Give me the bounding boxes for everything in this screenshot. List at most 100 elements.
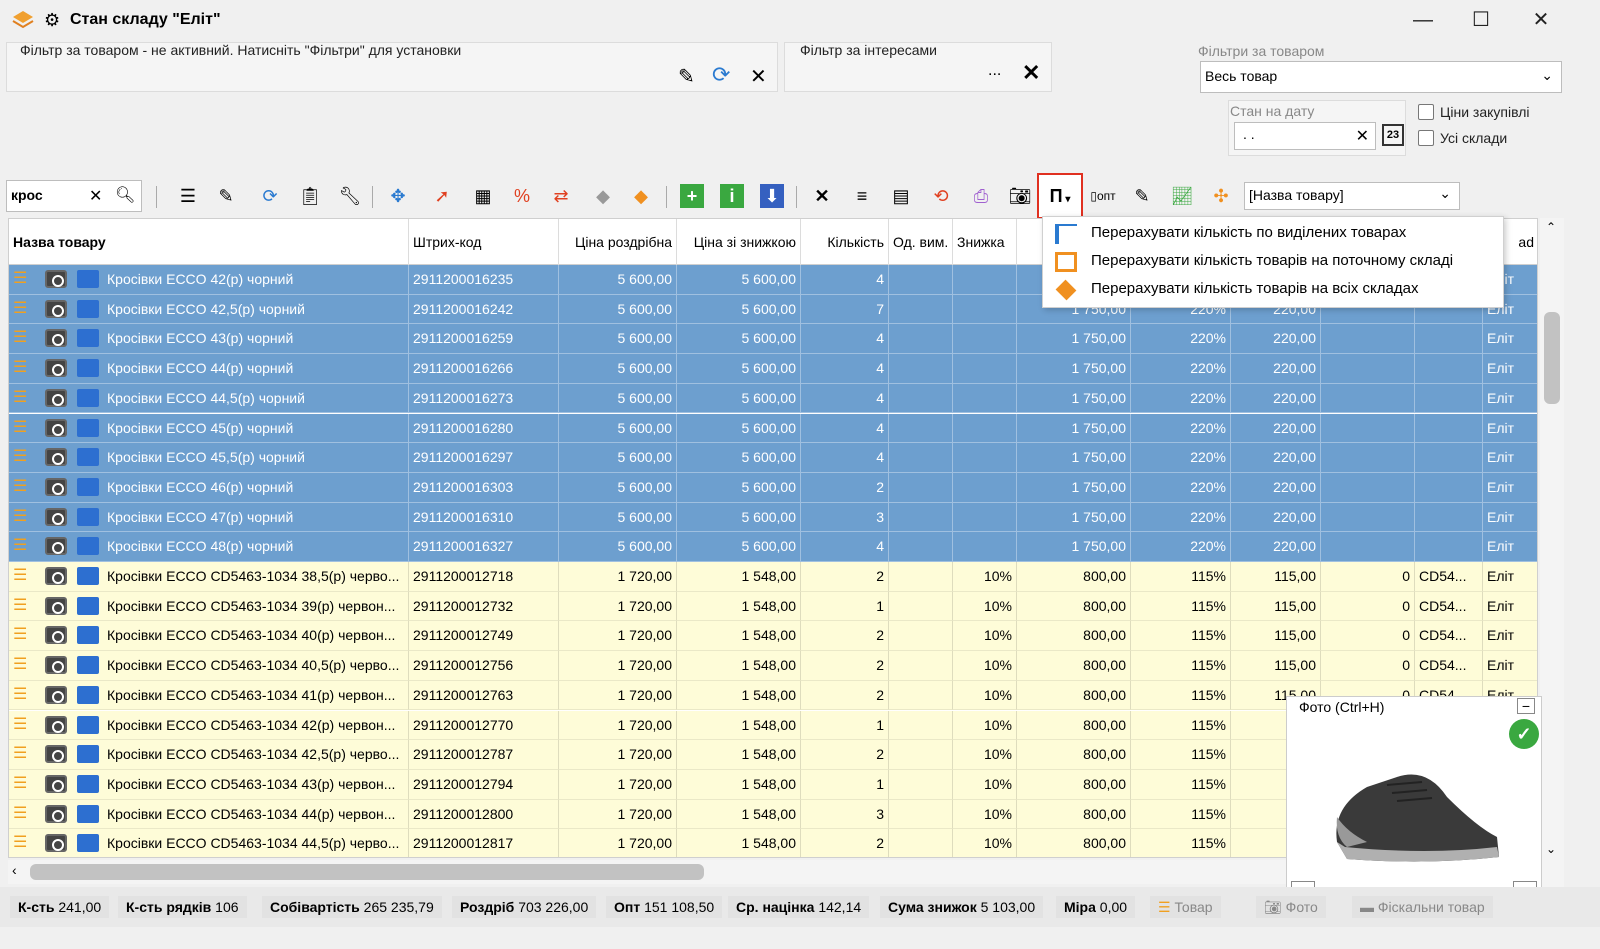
printer-icon[interactable] bbox=[77, 804, 99, 823]
list-icon[interactable]: ☰ bbox=[13, 716, 35, 732]
printer-icon[interactable] bbox=[77, 626, 99, 645]
tab-photo[interactable]: 📷︎ Фото bbox=[1256, 896, 1326, 918]
printer-icon[interactable] bbox=[77, 270, 99, 288]
gear-icon[interactable]: ⚙ bbox=[44, 10, 60, 31]
arrows-icon[interactable]: ✣ bbox=[1206, 184, 1236, 208]
table-row[interactable]: ☰ Кросівки ECCO 47(р) чорний 2911200016310… bbox=[9, 502, 1537, 533]
camera-icon[interactable] bbox=[45, 804, 67, 823]
inventory-icon[interactable]: ▦ bbox=[470, 184, 496, 208]
clipboard-icon[interactable]: 📋︎ bbox=[296, 184, 324, 208]
arrow-up-icon[interactable]: ➚ bbox=[430, 184, 454, 208]
state-date-input[interactable]: . . ✕ bbox=[1234, 122, 1376, 150]
col-unit[interactable]: Од. вим. bbox=[889, 219, 953, 265]
printer-icon[interactable] bbox=[77, 774, 99, 793]
layers-orange-icon[interactable]: ◆ bbox=[626, 184, 656, 208]
clear-date-icon[interactable]: ✕ bbox=[1356, 126, 1369, 146]
camera-icon[interactable] bbox=[45, 477, 67, 496]
printer-icon[interactable] bbox=[77, 418, 99, 437]
table-row[interactable]: ☰ Кросівки ECCO 45(р) чорний 2911200016280… bbox=[9, 413, 1537, 444]
interest-more-button[interactable]: ... bbox=[988, 62, 1001, 80]
list-icon[interactable]: ☰ bbox=[13, 597, 35, 613]
scroll-up-icon[interactable]: ⌃ bbox=[1546, 220, 1556, 234]
camera-icon[interactable] bbox=[45, 359, 67, 378]
refresh-icon[interactable]: ⟳ bbox=[258, 184, 282, 208]
maximize-button[interactable]: ☐ bbox=[1466, 8, 1496, 32]
camera-icon[interactable] bbox=[45, 715, 67, 734]
table-row[interactable]: ☰ Кросівки ECCO 46(р) чорний 2911200016303… bbox=[9, 472, 1537, 503]
transfer-icon[interactable]: ⇄ bbox=[546, 184, 576, 208]
list-icon[interactable]: ☰ bbox=[13, 746, 35, 762]
wrench-icon[interactable]: 🔧︎ bbox=[338, 184, 362, 208]
camera-icon[interactable] bbox=[45, 329, 67, 348]
camera-icon[interactable] bbox=[45, 507, 67, 526]
table-row[interactable]: ☰ Кросівки ECCO 45,5(р) чорний 29112000162… bbox=[9, 443, 1537, 473]
table-row[interactable]: ☰ Кросівки ECCO 48(р) чорний 2911200016327… bbox=[9, 532, 1537, 562]
h-scroll-thumb[interactable] bbox=[30, 864, 704, 880]
table-row[interactable]: ☰ Кросівки ECCO 43(р) чорний 2911200016259… bbox=[9, 324, 1537, 355]
list-icon[interactable]: ☰ bbox=[13, 657, 35, 673]
printer-icon[interactable] bbox=[77, 656, 99, 675]
printer-icon[interactable] bbox=[77, 596, 99, 615]
sort-field-select[interactable]: [Назва товару] ⌄ bbox=[1244, 182, 1460, 210]
list-icon[interactable]: ☰ bbox=[13, 627, 35, 643]
list-icon[interactable]: ☰ bbox=[13, 419, 35, 435]
printer-icon[interactable] bbox=[77, 567, 99, 585]
search-input[interactable]: крос ✕ 🔍︎ bbox=[6, 180, 142, 212]
opt-icon[interactable]: ▯опт bbox=[1090, 184, 1116, 208]
list-icon[interactable]: ☰ bbox=[13, 478, 35, 494]
list-icon[interactable]: ☰ bbox=[13, 389, 35, 405]
camera-icon[interactable] bbox=[45, 418, 67, 437]
printer-icon[interactable] bbox=[77, 329, 99, 348]
list-icon[interactable]: ☰ bbox=[13, 300, 35, 316]
list-icon[interactable]: ☰ bbox=[13, 775, 35, 791]
camera-icon[interactable]: 📷︎ bbox=[1006, 184, 1034, 208]
list-icon[interactable]: ≡ bbox=[850, 184, 874, 208]
camera-icon[interactable] bbox=[45, 270, 67, 288]
printer-icon[interactable] bbox=[77, 715, 99, 734]
scroll-left-icon[interactable]: ‹ bbox=[12, 862, 17, 878]
table-row[interactable]: ☰ Кросівки ECCO 44(р) чорний 2911200016266… bbox=[9, 354, 1537, 384]
printer-icon[interactable] bbox=[77, 745, 99, 764]
interest-clear-icon[interactable]: ✕ bbox=[1022, 60, 1040, 86]
clear-search-icon[interactable]: ✕ bbox=[89, 186, 102, 206]
all-warehouses-checkbox[interactable] bbox=[1418, 130, 1434, 146]
photo-collapse-button[interactable]: − bbox=[1517, 698, 1535, 714]
download-icon[interactable]: ⬇ bbox=[760, 184, 784, 208]
camera-icon[interactable] bbox=[45, 448, 67, 467]
add-icon[interactable]: + bbox=[680, 184, 704, 208]
printer-icon[interactable] bbox=[77, 477, 99, 496]
list-icon[interactable]: ☰ bbox=[13, 686, 35, 702]
check-icon[interactable]: ✓ bbox=[1509, 719, 1539, 749]
tab-product[interactable]: ☰ Товар bbox=[1150, 896, 1221, 918]
list-icon[interactable]: ☰ bbox=[13, 835, 35, 851]
printer-icon[interactable] bbox=[77, 359, 99, 378]
printer-icon[interactable] bbox=[77, 388, 99, 407]
camera-icon[interactable] bbox=[45, 388, 67, 407]
camera-icon[interactable] bbox=[45, 745, 67, 764]
info-icon[interactable]: i bbox=[720, 184, 744, 208]
camera-icon[interactable] bbox=[45, 685, 67, 704]
col-qty[interactable]: Кількість bbox=[801, 219, 889, 265]
vertical-scrollbar[interactable]: ⌃ ⌄ bbox=[1540, 218, 1564, 888]
calendar-icon[interactable]: 23 bbox=[1382, 124, 1404, 146]
menu-item-recalc-selected[interactable]: Перерахувати кількість по виділених това… bbox=[1043, 219, 1503, 247]
clear-filter-icon[interactable]: ✕ bbox=[750, 64, 767, 89]
move-icon[interactable]: ✥ bbox=[384, 184, 412, 208]
recalc-button[interactable]: П ▾ bbox=[1037, 173, 1083, 219]
col-name[interactable]: Назва товару bbox=[9, 219, 409, 265]
table-row[interactable]: ☰ Кросівки ECCO CD5463-1034 38,5(р) черво… bbox=[9, 562, 1537, 592]
edit-filter-icon[interactable]: ✎ bbox=[678, 64, 695, 89]
pencil-icon[interactable]: ✎ bbox=[214, 184, 238, 208]
camera-icon[interactable] bbox=[45, 596, 67, 615]
printer-icon[interactable] bbox=[77, 685, 99, 704]
col-discount[interactable]: Знижка bbox=[953, 219, 1017, 265]
percent-icon[interactable]: % bbox=[510, 184, 534, 208]
col-retail[interactable]: Ціна роздрібна bbox=[559, 219, 677, 265]
printer-icon[interactable] bbox=[77, 507, 99, 526]
list-icon[interactable]: ☰ bbox=[13, 330, 35, 346]
print-icon[interactable]: ⎙ bbox=[964, 184, 998, 208]
printer-icon[interactable] bbox=[77, 299, 99, 318]
col-barcode[interactable]: Штрих-код bbox=[409, 219, 559, 265]
minimize-button[interactable]: — bbox=[1408, 8, 1438, 32]
sync-icon[interactable]: ⟲ bbox=[926, 184, 956, 208]
